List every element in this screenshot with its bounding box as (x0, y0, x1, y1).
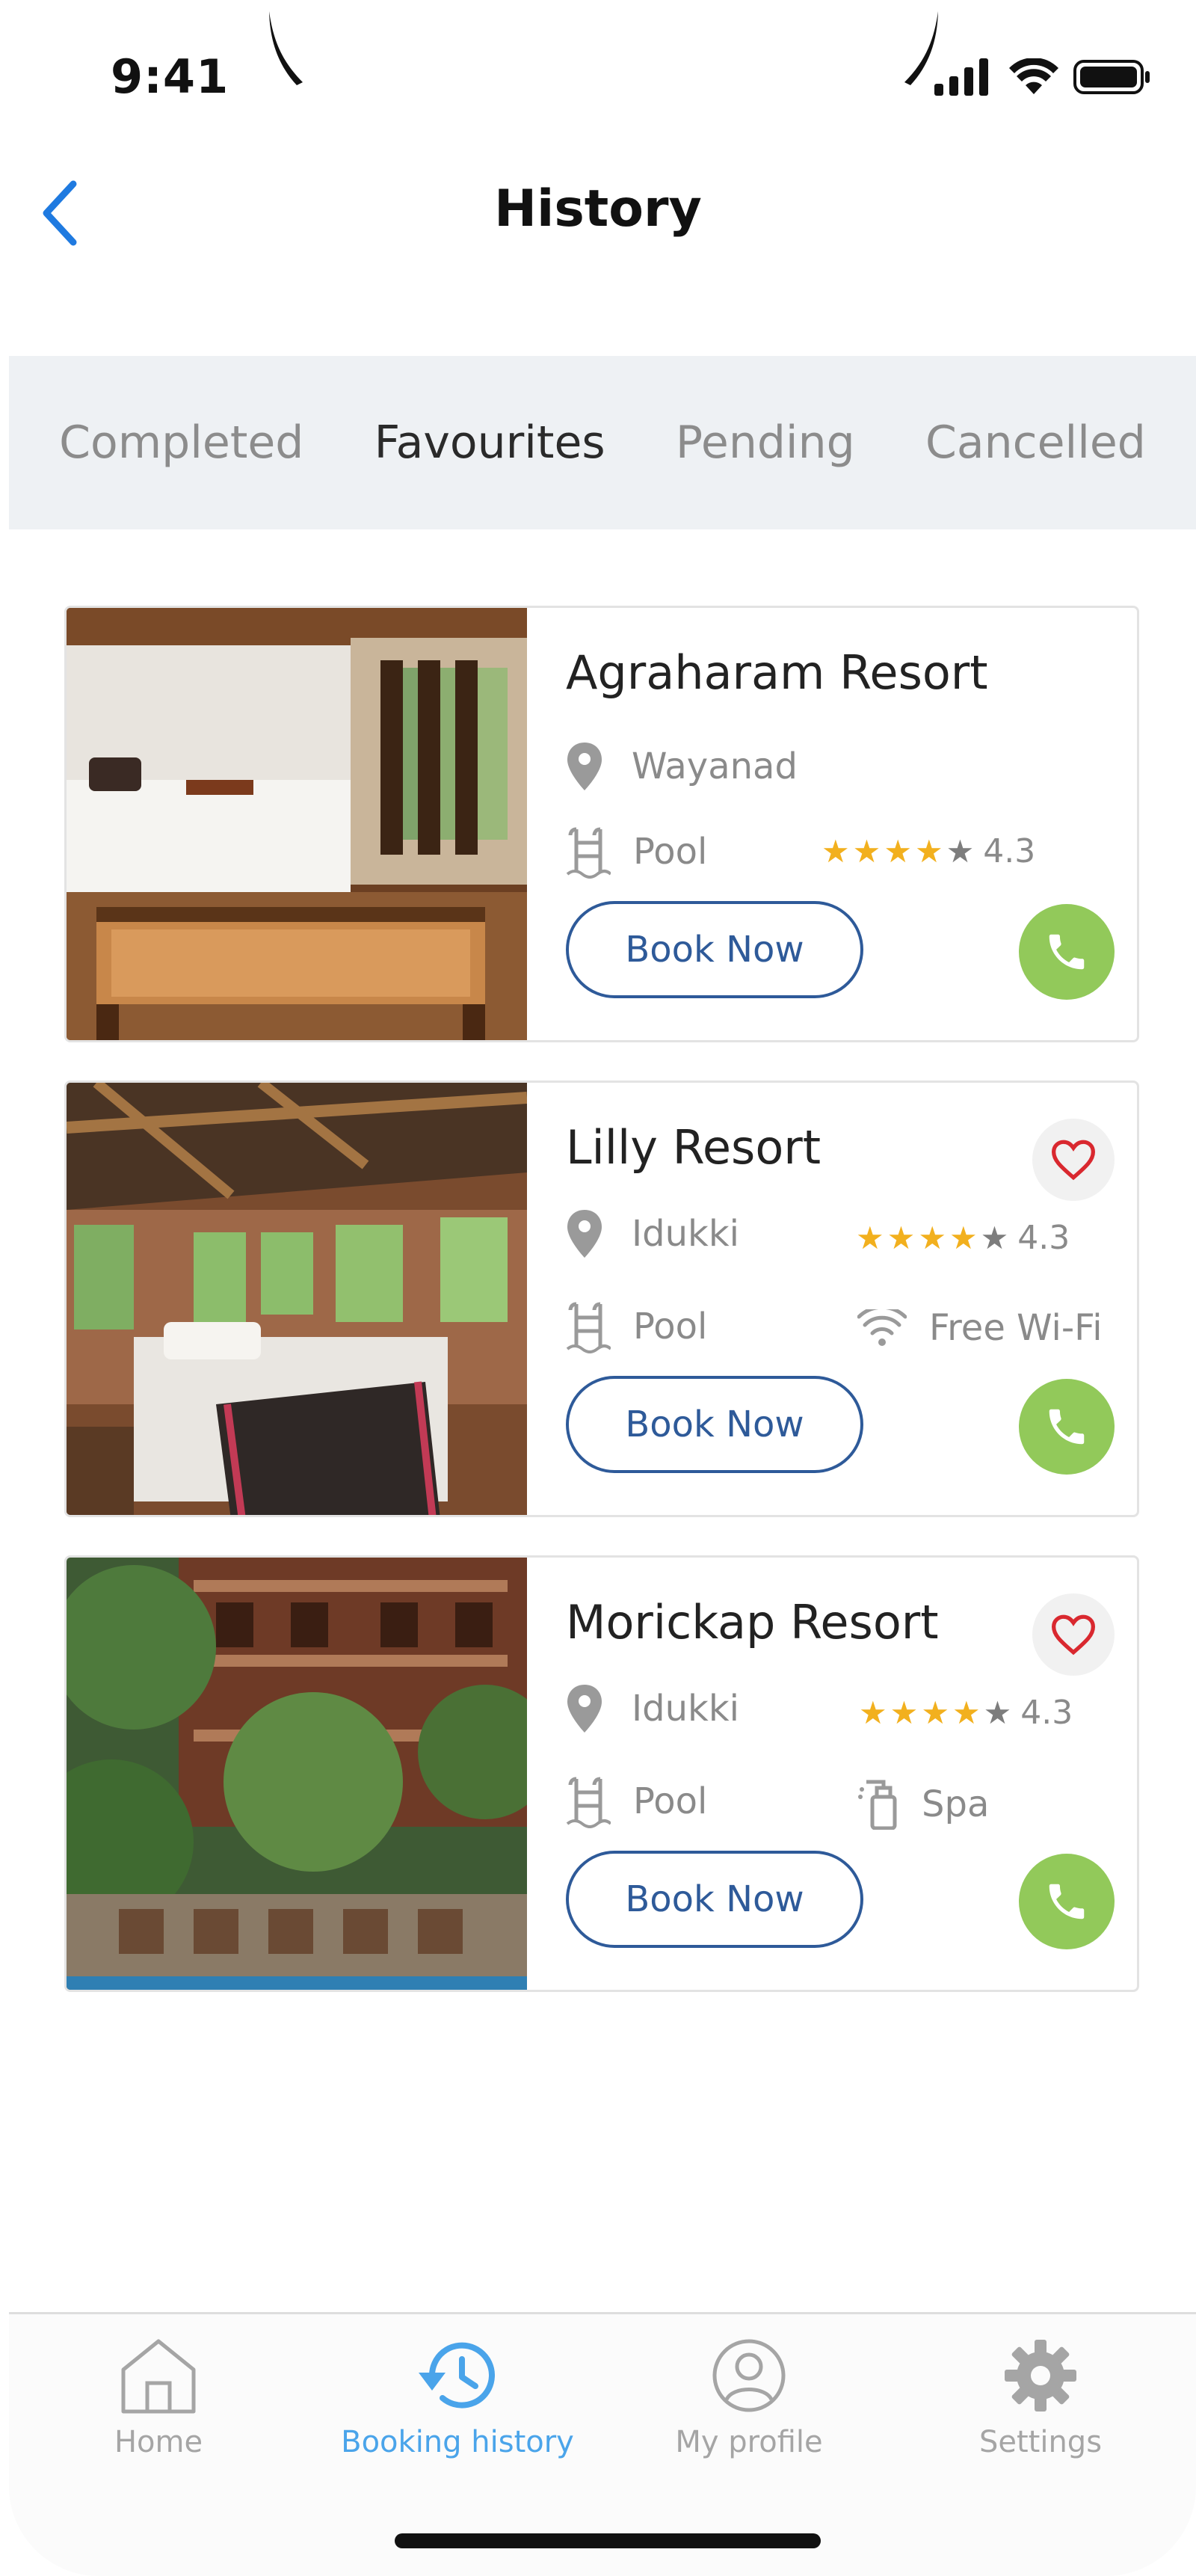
pool-ladder-icon (566, 827, 611, 879)
star-empty-icon: ★ (946, 833, 975, 870)
phone-icon (1049, 934, 1085, 970)
pool-ladder-icon (566, 1777, 611, 1828)
resort-card[interactable]: Lilly Resort Idukki ★ ★ ★ ★ ★ 4.3 Pool F… (64, 1080, 1139, 1517)
star-empty-icon: ★ (980, 1220, 1009, 1256)
nav-home[interactable]: Home (24, 2337, 293, 2459)
location-label: Idukki (632, 1213, 739, 1255)
card-body: Agraharam Resort Wayanad Pool ★ ★ ★ ★ ★ … (527, 608, 1137, 1040)
notch-curve-left (269, 11, 303, 85)
home-icon (121, 2339, 196, 2414)
star-icon: ★ (921, 1694, 949, 1731)
phone-icon (1049, 1884, 1085, 1919)
call-button[interactable] (1019, 904, 1115, 1000)
star-icon: ★ (856, 1220, 884, 1256)
tab-pending[interactable]: Pending (676, 416, 855, 469)
home-indicator (395, 2533, 821, 2548)
location-row: Idukki (566, 1208, 739, 1259)
phone-icon (1049, 1409, 1085, 1445)
battery-icon (1073, 60, 1150, 94)
resort-name: Agraharam Resort (566, 645, 988, 700)
book-now-button[interactable]: Book Now (566, 1851, 863, 1948)
pool-ladder-icon (566, 1302, 611, 1353)
nav-settings[interactable]: Settings (906, 2337, 1175, 2459)
amenity-spa: Spa (857, 1779, 989, 1830)
resort-name: Lilly Resort (566, 1120, 822, 1175)
rating-value: 4.3 (1020, 1694, 1073, 1732)
nav-label: My profile (675, 2425, 823, 2459)
nav-my-profile[interactable]: My profile (614, 2337, 884, 2459)
amenity-pool: Pool (566, 825, 707, 879)
history-icon (419, 2342, 495, 2409)
status-icons (934, 58, 1151, 96)
star-icon: ★ (918, 1220, 946, 1256)
nav-label: Booking history (341, 2425, 574, 2459)
call-button[interactable] (1019, 1379, 1115, 1475)
wifi-icon (857, 1309, 907, 1346)
location-row: Wayanad (566, 741, 798, 792)
wifi-icon (1009, 58, 1058, 94)
tab-cancelled[interactable]: Cancelled (925, 416, 1146, 469)
resort-photo (67, 1558, 527, 1990)
resort-photo (67, 608, 527, 1040)
tab-completed[interactable]: Completed (59, 416, 303, 469)
spa-bottle-icon (858, 1780, 897, 1830)
star-icon: ★ (822, 833, 850, 870)
card-body: Lilly Resort Idukki ★ ★ ★ ★ ★ 4.3 Pool F… (527, 1083, 1137, 1515)
location-pin-icon (567, 1210, 602, 1258)
call-button[interactable] (1019, 1854, 1115, 1949)
rating-value: 4.3 (983, 832, 1036, 870)
page-title: History (494, 179, 702, 239)
nav-label: Home (114, 2425, 203, 2459)
star-icon: ★ (852, 833, 881, 870)
amenity-pool: Pool (566, 1774, 707, 1828)
amenity-label: Pool (633, 831, 708, 873)
location-row: Idukki (566, 1683, 739, 1734)
amenity-label: Free Wi-Fi (929, 1307, 1103, 1349)
amenity-label: Pool (633, 1306, 708, 1347)
book-now-button[interactable]: Book Now (566, 1376, 863, 1473)
resort-photo (67, 1083, 527, 1515)
star-icon: ★ (887, 1220, 916, 1256)
gear-icon (1005, 2340, 1076, 2411)
profile-icon (712, 2339, 786, 2412)
star-icon: ★ (859, 1694, 887, 1731)
star-icon: ★ (914, 833, 943, 870)
amenity-wifi: Free Wi-Fi (857, 1307, 1103, 1349)
heart-icon (1051, 1614, 1096, 1656)
amenity-label: Spa (922, 1783, 990, 1825)
favourite-button[interactable] (1032, 1593, 1115, 1676)
star-icon: ★ (890, 1694, 919, 1731)
nav-booking-history[interactable]: Booking history (323, 2337, 592, 2459)
status-time: 9:41 (111, 49, 229, 104)
location-label: Wayanad (632, 746, 798, 787)
resort-name: Morickap Resort (566, 1595, 939, 1650)
location-label: Idukki (632, 1688, 739, 1730)
nav-label: Settings (978, 2425, 1103, 2459)
header: History (0, 150, 1196, 277)
tab-favourites[interactable]: Favourites (374, 416, 605, 469)
location-pin-icon (567, 1685, 602, 1733)
rating: ★ ★ ★ ★ ★ 4.3 (859, 1694, 1073, 1732)
location-pin-icon (567, 743, 602, 790)
star-icon: ★ (949, 1220, 978, 1256)
star-icon: ★ (952, 1694, 981, 1731)
card-body: Morickap Resort Idukki ★ ★ ★ ★ ★ 4.3 Poo… (527, 1558, 1137, 1990)
amenity-label: Pool (633, 1780, 708, 1822)
favourite-button[interactable] (1032, 1119, 1115, 1201)
status-bar: 9:41 (0, 0, 1196, 135)
book-now-button[interactable]: Book Now (566, 901, 863, 998)
rating: ★ ★ ★ ★ ★ 4.3 (822, 832, 1035, 870)
heart-icon (1051, 1140, 1096, 1181)
rating-value: 4.3 (1017, 1219, 1070, 1257)
resort-card[interactable]: Morickap Resort Idukki ★ ★ ★ ★ ★ 4.3 Poo… (64, 1555, 1139, 1992)
star-icon: ★ (884, 833, 912, 870)
resort-card[interactable]: Agraharam Resort Wayanad Pool ★ ★ ★ ★ ★ … (64, 606, 1139, 1042)
star-empty-icon: ★ (983, 1694, 1012, 1731)
rating: ★ ★ ★ ★ ★ 4.3 (856, 1219, 1070, 1257)
amenity-pool: Pool (566, 1300, 707, 1353)
tab-bar: Completed Favourites Pending Cancelled (9, 356, 1196, 529)
signal-icon (934, 58, 988, 96)
